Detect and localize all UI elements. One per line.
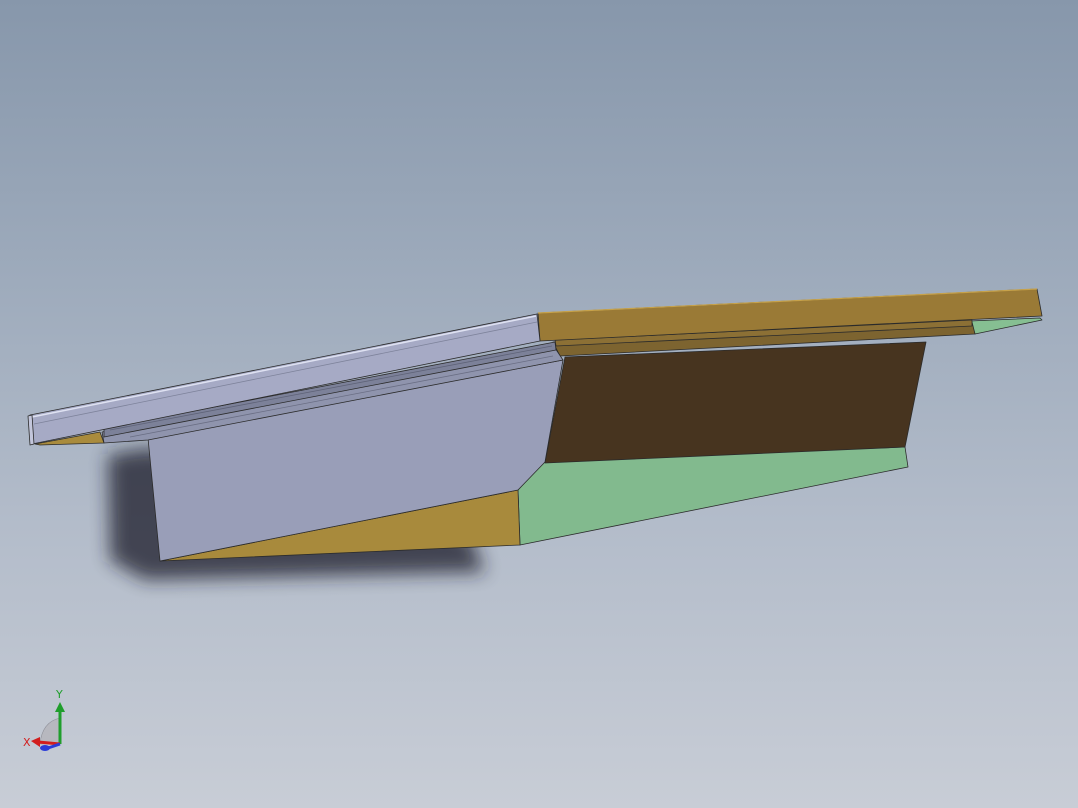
z-axis-arrow xyxy=(40,742,61,751)
triad-sphere xyxy=(39,717,61,745)
x-axis-label: X xyxy=(23,736,31,749)
model-canvas[interactable] xyxy=(0,0,1078,808)
y-axis-label: Y xyxy=(55,688,63,701)
graphics-viewport[interactable]: Y X xyxy=(0,0,1078,808)
orientation-triad: Y X xyxy=(23,688,65,751)
green-right-sliver[interactable] xyxy=(969,317,1043,335)
part-3d-model[interactable] xyxy=(27,288,1043,562)
dark-brown-face[interactable] xyxy=(544,341,927,464)
